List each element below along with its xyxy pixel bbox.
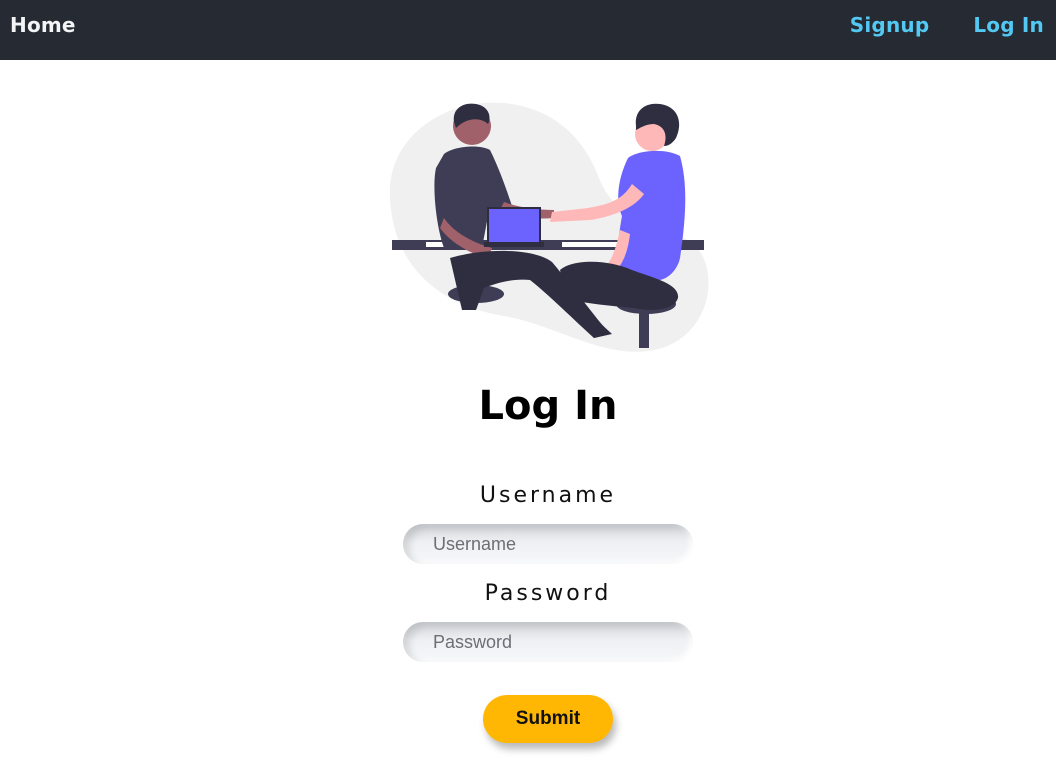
username-input[interactable]: [403, 524, 693, 564]
login-link[interactable]: Log In: [973, 13, 1044, 37]
hero-illustration: [384, 98, 714, 352]
home-link[interactable]: Home: [10, 13, 76, 37]
handshake-illustration-icon: [389, 102, 709, 352]
nav-links: Signup Log In: [850, 13, 1044, 37]
password-input[interactable]: [403, 622, 693, 662]
submit-button[interactable]: Submit: [483, 695, 613, 743]
signup-link[interactable]: Signup: [850, 13, 930, 37]
page-title: Log In: [478, 383, 618, 429]
password-label: Password: [484, 581, 612, 606]
top-navbar: Home Signup Log In: [0, 0, 1056, 60]
username-label: Username: [479, 483, 617, 508]
